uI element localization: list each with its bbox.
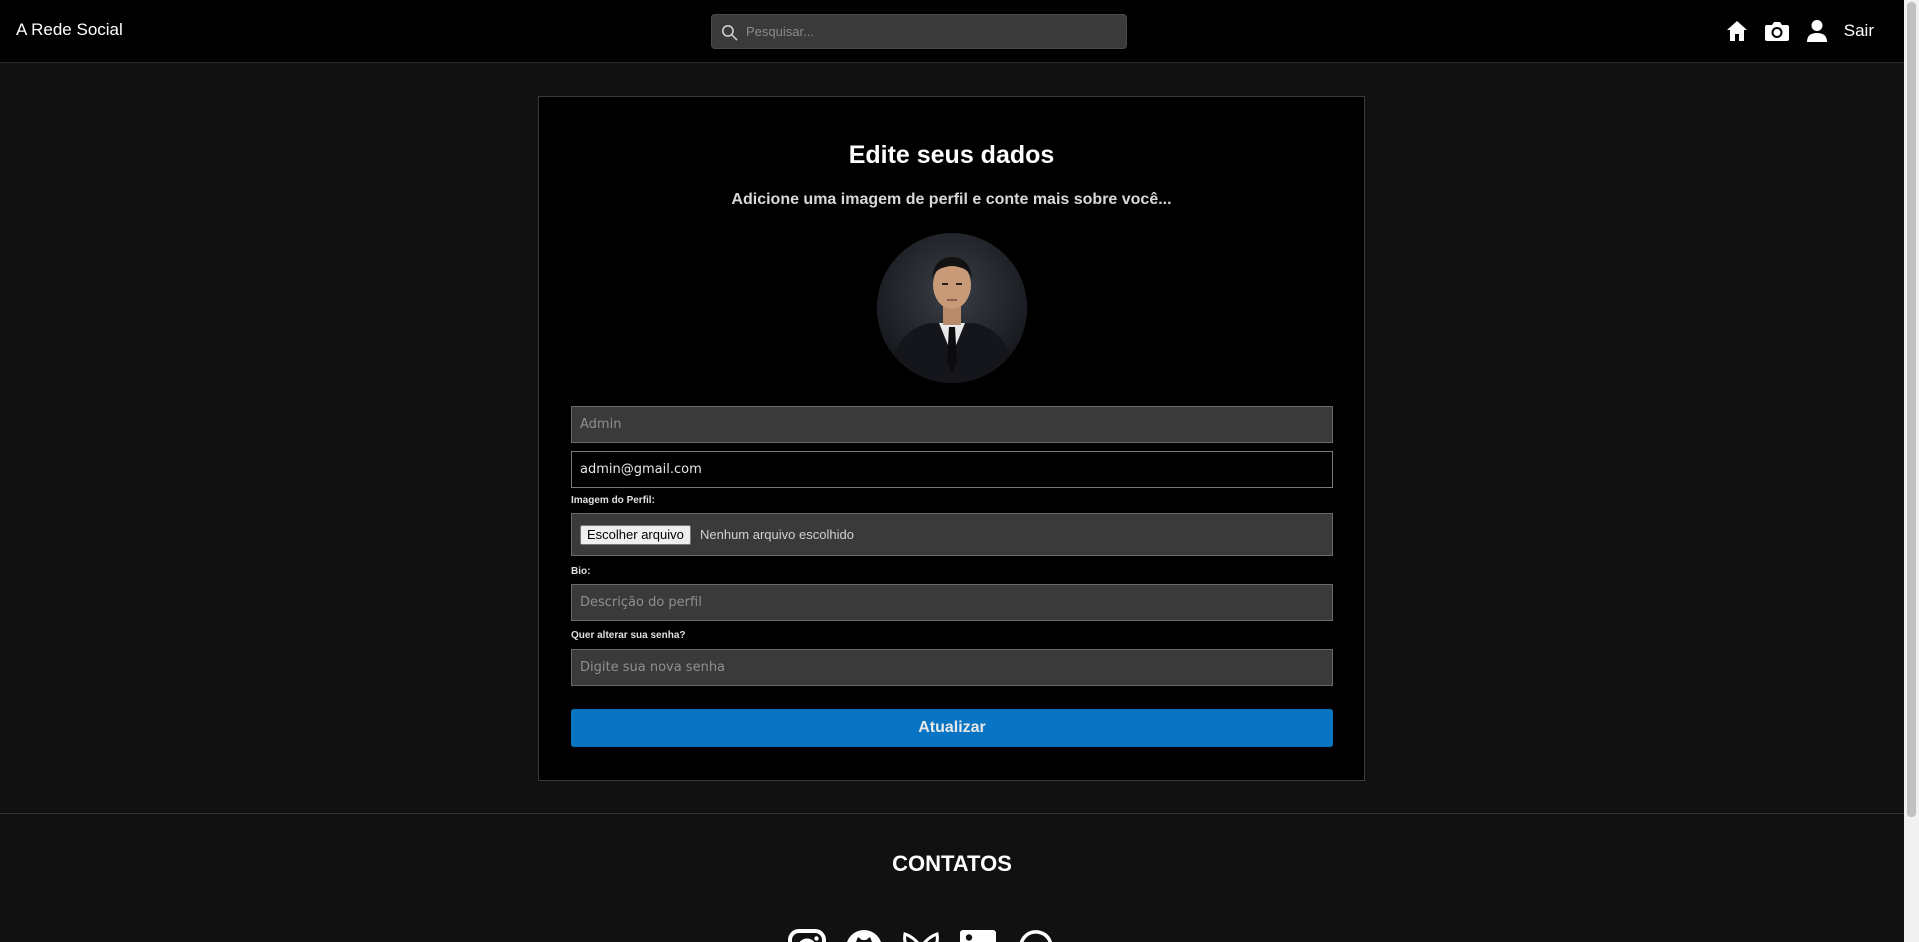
brand-link[interactable]: A Rede Social	[16, 20, 123, 40]
search-icon	[721, 24, 738, 41]
update-button[interactable]: Atualizar	[571, 709, 1333, 747]
page-title: Edite seus dados	[848, 141, 1055, 169]
bluesky-icon[interactable]	[901, 928, 941, 942]
social-links	[787, 928, 1072, 942]
scrollbar-thumb[interactable]	[1907, 2, 1916, 817]
search-box	[711, 14, 1127, 49]
name-field[interactable]	[571, 406, 1333, 443]
profile-avatar	[877, 233, 1027, 383]
nav-actions: Sair	[1710, 18, 1874, 44]
footer-title: CONTATOS	[892, 851, 1012, 876]
logout-link[interactable]: Sair	[1844, 21, 1874, 41]
password-label: Quer alterar sua senha?	[571, 630, 686, 641]
choose-file-button[interactable]: Escolher arquivo	[580, 525, 691, 545]
home-icon[interactable]	[1724, 18, 1750, 44]
instagram-icon[interactable]	[787, 928, 827, 942]
github-icon[interactable]	[844, 928, 884, 942]
page-scrollbar[interactable]	[1904, 0, 1919, 942]
footer-divider	[0, 813, 1904, 814]
profile-image-input: Escolher arquivo Nenhum arquivo escolhid…	[571, 513, 1333, 556]
page-subtitle: Adicione uma imagem de perfil e conte ma…	[731, 191, 1172, 208]
edit-profile-card: Edite seus dados Adicione uma imagem de …	[538, 96, 1365, 781]
bio-field[interactable]	[571, 584, 1333, 621]
file-status-text: Nenhum arquivo escolhido	[700, 527, 854, 542]
whatsapp-icon[interactable]	[1015, 928, 1055, 942]
top-navbar: A Rede Social Sair	[0, 0, 1904, 63]
linkedin-icon[interactable]	[958, 928, 998, 942]
user-icon[interactable]	[1804, 18, 1830, 44]
email-field[interactable]	[571, 451, 1333, 488]
profile-image-label: Imagem do Perfil:	[571, 495, 655, 506]
search-input[interactable]	[746, 15, 1116, 48]
camera-icon[interactable]	[1764, 18, 1790, 44]
bio-label: Bio:	[571, 566, 591, 577]
password-field[interactable]	[571, 649, 1333, 686]
